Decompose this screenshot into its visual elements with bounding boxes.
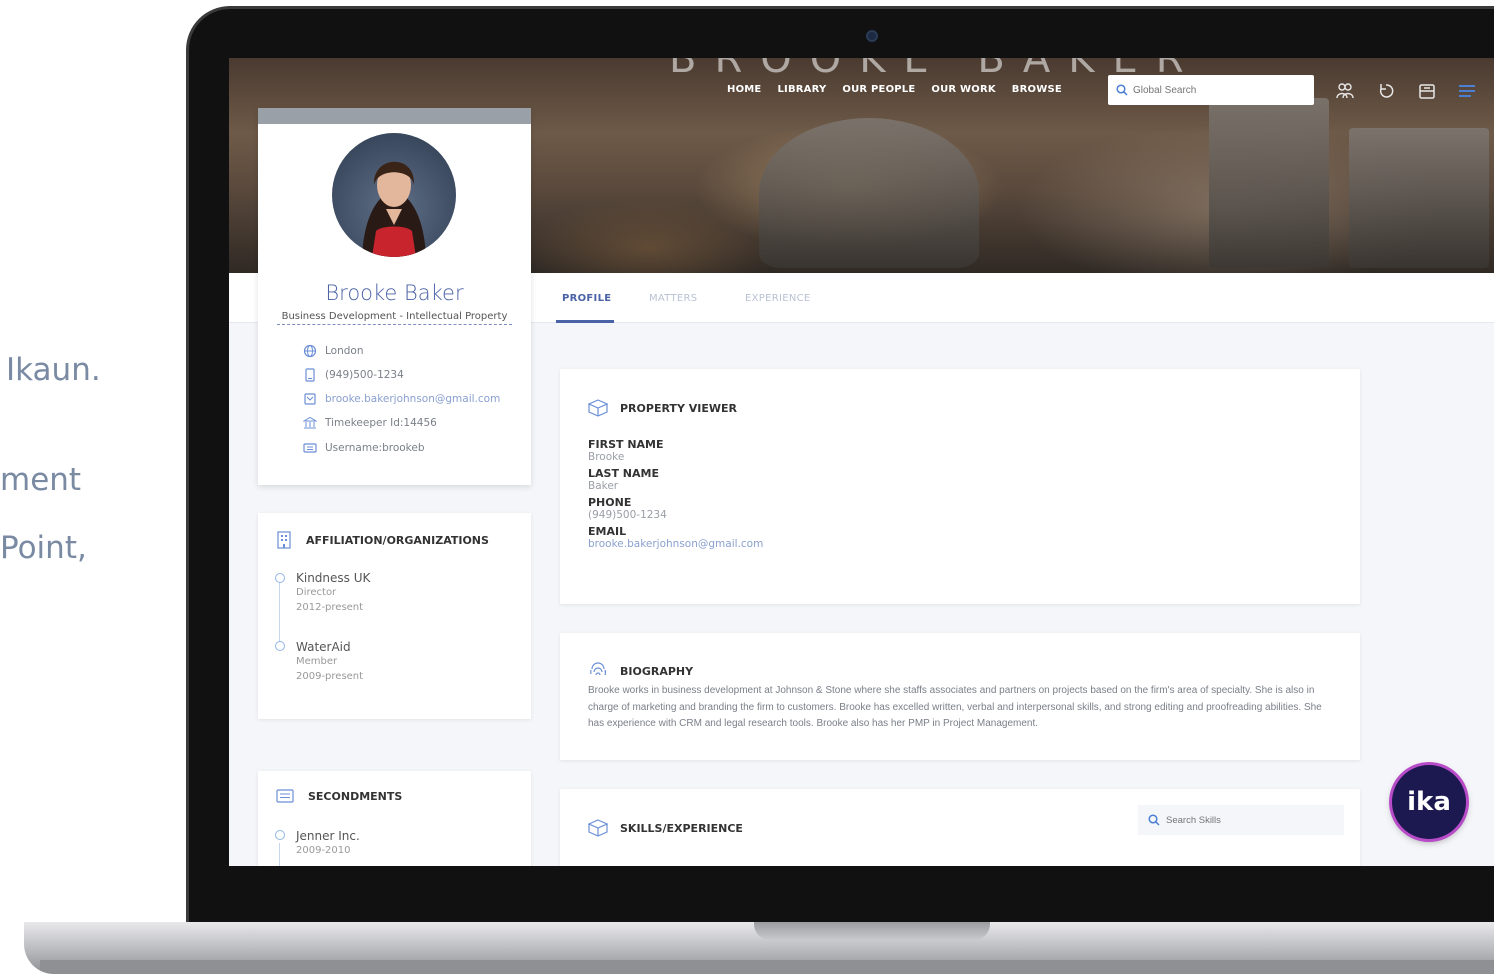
nav-home[interactable]: HOME xyxy=(727,84,761,95)
timeline-line xyxy=(279,583,280,645)
field-value-first-name: Brooke xyxy=(588,451,625,463)
affiliation-item: WaterAid Member 2009-present xyxy=(296,640,363,684)
profile-phone-text: (949)500-1234 xyxy=(325,369,404,381)
search-icon xyxy=(1116,84,1128,96)
id-card-icon xyxy=(303,443,317,453)
profile-email[interactable]: brooke.bakerjohnson@gmail.com xyxy=(303,392,500,406)
profile-card: Brooke Baker Business Development - Inte… xyxy=(258,108,531,485)
people-icon[interactable] xyxy=(1334,80,1356,102)
global-search[interactable] xyxy=(1108,75,1314,105)
affiliation-card: AFFILIATION/ORGANIZATIONS Kindness UK Di… xyxy=(258,513,531,719)
biography-heading: BIOGRAPHY xyxy=(620,664,694,678)
profile-location: London xyxy=(303,344,364,358)
timeline-dot xyxy=(275,641,285,651)
laptop-shadow xyxy=(40,960,1494,974)
field-label-email: EMAIL xyxy=(588,525,627,538)
secondments-heading: SECONDMENTS xyxy=(308,789,403,803)
profile-phone: (949)500-1234 xyxy=(303,368,404,382)
tab-matters[interactable]: MATTERS xyxy=(649,293,697,304)
ika-chat-button[interactable]: ika xyxy=(1392,765,1466,839)
profile-username: Username:brookeb xyxy=(303,441,425,455)
profile-name: Brooke Baker xyxy=(325,281,464,305)
skills-search[interactable] xyxy=(1138,805,1344,835)
nav-our-work[interactable]: OUR WORK xyxy=(931,84,995,95)
profile-username-text: Username:brookeb xyxy=(325,442,425,454)
secondment-name: Jenner Inc. xyxy=(296,829,360,843)
secondments-card: SECONDMENTS Jenner Inc. 2009-2010 xyxy=(258,771,531,866)
app-screen: BROOKE BAKER HOME LIBRARY OUR PEOPLE OUR… xyxy=(229,58,1494,866)
id-card-icon xyxy=(276,789,294,803)
profile-role: Business Development - Intellectual Prop… xyxy=(277,311,512,325)
profile-card-topbar xyxy=(258,108,531,124)
affiliation-period: 2012-present xyxy=(296,602,364,613)
nav-our-people[interactable]: OUR PEOPLE xyxy=(842,84,915,95)
timeline-dot xyxy=(275,830,285,840)
timeline-dot xyxy=(275,573,285,583)
affiliation-period: 2009-present xyxy=(296,671,364,682)
profile-timekeeper-text: Timekeeper Id:14456 xyxy=(325,417,437,429)
affiliation-role: Member xyxy=(296,656,338,667)
profile-tabs: PROFILE MATTERS EXPERIENCE xyxy=(531,273,1494,323)
affiliation-heading: AFFILIATION/ORGANIZATIONS xyxy=(306,533,489,547)
main-nav: HOME LIBRARY OUR PEOPLE OUR WORK BROWSE xyxy=(727,84,1062,95)
field-label-first-name: FIRST NAME xyxy=(588,438,664,451)
biography-card: BIOGRAPHY Brooke works in business devel… xyxy=(560,633,1360,760)
profile-email-text[interactable]: brooke.bakerjohnson@gmail.com xyxy=(325,393,500,405)
property-viewer-header: PROPERTY VIEWER xyxy=(588,399,737,417)
field-value-last-name: Baker xyxy=(588,480,619,492)
property-fields: FIRST NAME Brooke LAST NAME Baker PHONE … xyxy=(588,438,763,554)
skills-search-input[interactable] xyxy=(1166,814,1336,826)
affiliation-role: Director xyxy=(296,587,337,598)
hero-building-1 xyxy=(759,118,979,268)
cube-icon xyxy=(588,399,608,417)
hero-building-2 xyxy=(1209,98,1329,268)
avatar xyxy=(332,133,456,257)
phone-icon xyxy=(305,368,315,382)
field-value-email[interactable]: brooke.bakerjohnson@gmail.com xyxy=(588,538,763,550)
secondment-item: Jenner Inc. 2009-2010 xyxy=(296,829,360,858)
search-icon xyxy=(1148,814,1160,826)
secondments-header: SECONDMENTS xyxy=(276,789,402,803)
field-label-last-name: LAST NAME xyxy=(588,467,659,480)
affiliation-header: AFFILIATION/ORGANIZATIONS xyxy=(276,531,489,549)
marketing-stage: Ikaun. ment Point, BROOKE BAKER HOME LIB… xyxy=(0,0,1494,974)
timeline-line xyxy=(279,843,280,866)
profile-timekeeper: Timekeeper Id:14456 xyxy=(303,416,437,430)
laptop-notch xyxy=(754,922,990,940)
skills-heading: SKILLS/EXPERIENCE xyxy=(620,821,743,835)
biography-text: Brooke works in business development at … xyxy=(588,685,1322,729)
tab-profile[interactable]: PROFILE xyxy=(562,293,611,304)
hero-building-3 xyxy=(1349,128,1489,268)
menu-icon[interactable] xyxy=(1456,80,1478,102)
secondment-period: 2009-2010 xyxy=(296,845,351,856)
nav-browse[interactable]: BROWSE xyxy=(1012,84,1062,95)
affiliation-name: Kindness UK xyxy=(296,571,371,585)
skills-header: SKILLS/EXPERIENCE xyxy=(588,819,743,837)
nav-library[interactable]: LIBRARY xyxy=(777,84,826,95)
global-search-input[interactable] xyxy=(1133,84,1303,96)
tab-active-indicator xyxy=(556,320,614,323)
building-icon xyxy=(277,531,291,549)
property-viewer-card: PROPERTY VIEWER FIRST NAME Brooke LAST N… xyxy=(560,369,1360,604)
property-viewer-heading: PROPERTY VIEWER xyxy=(620,401,737,415)
field-value-phone: (949)500-1234 xyxy=(588,509,667,521)
skills-card: SKILLS/EXPERIENCE xyxy=(560,789,1360,866)
cube-icon xyxy=(588,819,608,837)
fingerprint-icon xyxy=(590,662,607,676)
refresh-icon[interactable] xyxy=(1375,80,1397,102)
building-icon xyxy=(303,416,317,429)
affiliation-name: WaterAid xyxy=(296,640,351,654)
affiliation-item: Kindness UK Director 2012-present xyxy=(296,571,370,615)
mail-icon xyxy=(304,393,316,405)
globe-icon xyxy=(303,344,317,358)
camera-icon xyxy=(866,30,878,42)
side-text-line-1: Ikaun. xyxy=(6,352,101,388)
tab-experience[interactable]: EXPERIENCE xyxy=(745,293,811,304)
biography-header: BIOGRAPHY xyxy=(588,661,693,681)
side-text-line-3: Point, xyxy=(0,530,87,566)
side-text-line-2: ment xyxy=(0,462,82,498)
profile-location-text: London xyxy=(325,345,364,357)
field-label-phone: PHONE xyxy=(588,496,632,509)
inbox-icon[interactable] xyxy=(1416,80,1438,102)
